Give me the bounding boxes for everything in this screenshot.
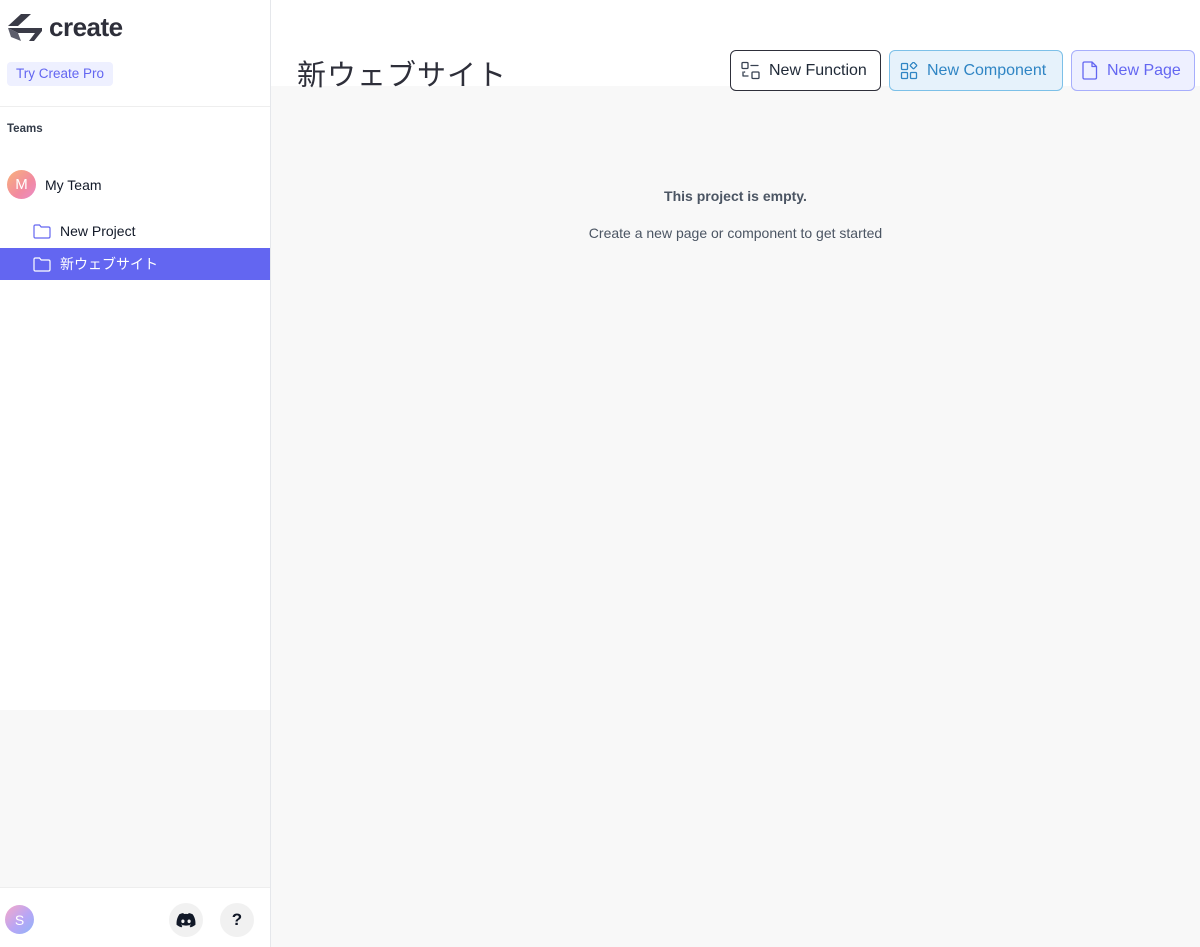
folder-icon	[33, 223, 51, 239]
empty-state-subtitle: Create a new page or component to get st…	[588, 225, 883, 241]
sidebar: create Try Create Pro Teams M My Team Ne…	[0, 0, 271, 947]
team-name: My Team	[45, 176, 102, 193]
team-avatar: M	[7, 170, 36, 199]
project-item-new-project[interactable]: New Project	[0, 215, 270, 247]
folder-icon	[33, 256, 51, 272]
main-content-area	[271, 86, 1200, 947]
team-item-my-team[interactable]: M My Team	[7, 170, 102, 199]
user-avatar[interactable]: S	[5, 905, 34, 934]
page-title: 新ウェブサイト	[297, 58, 508, 92]
try-create-pro-button[interactable]: Try Create Pro	[7, 62, 114, 86]
function-icon	[741, 61, 760, 80]
discord-button[interactable]	[169, 903, 203, 937]
project-label: New Project	[60, 223, 136, 239]
help-icon: ?	[231, 910, 243, 929]
new-function-button[interactable]: New Function	[730, 50, 881, 91]
teams-heading: Teams	[7, 123, 43, 135]
help-button[interactable]: ?	[220, 903, 254, 937]
project-label: 新ウェブサイト	[60, 256, 158, 272]
component-icon	[900, 61, 918, 79]
sidebar-divider	[0, 106, 270, 107]
project-item-active[interactable]: 新ウェブサイト	[0, 248, 270, 280]
new-page-button[interactable]: New Page	[1071, 50, 1195, 91]
create-logo-icon	[8, 13, 42, 41]
new-component-button[interactable]: New Component	[889, 50, 1063, 91]
logo-text: create	[49, 12, 123, 42]
empty-state-title: This project is empty.	[664, 188, 807, 204]
new-component-label: New Component	[927, 61, 1047, 79]
page-icon	[1082, 61, 1098, 80]
new-function-label: New Function	[769, 61, 867, 79]
app-logo[interactable]: create	[7, 12, 123, 43]
new-page-label: New Page	[1107, 61, 1181, 79]
discord-icon	[176, 912, 196, 927]
